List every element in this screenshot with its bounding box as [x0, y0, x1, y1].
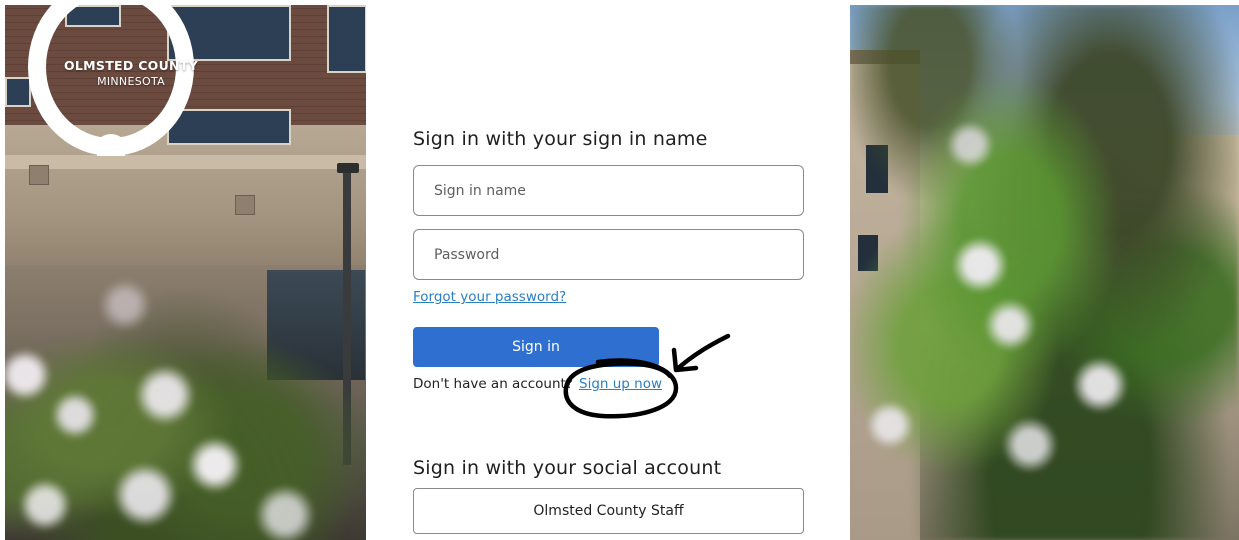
signup-now-link[interactable]: Sign up now [579, 376, 662, 392]
forgot-password-link[interactable]: Forgot your password? [413, 289, 566, 305]
signin-button[interactable]: Sign in [413, 327, 659, 367]
building-panel [235, 195, 255, 215]
lamp-head [337, 163, 359, 173]
background-photo-right [850, 5, 1239, 540]
signup-row: Don't have an account? Sign up now [413, 376, 662, 392]
page: OLMSTED COUNTY MINNESOTA Sign in with yo… [0, 0, 1239, 540]
building-window [167, 109, 291, 145]
building-panel [29, 165, 49, 185]
foliage-blossoms [850, 5, 1239, 540]
no-account-text: Don't have an account? [413, 376, 573, 392]
local-signin-heading: Sign in with your sign in name [413, 128, 708, 150]
building-window [327, 5, 366, 73]
building-window [5, 77, 31, 107]
signin-form: Sign in with your sign in name Forgot yo… [366, 0, 850, 540]
social-signin-heading: Sign in with your social account [413, 457, 722, 479]
logo-subtitle: MINNESOTA [97, 75, 165, 88]
county-logo: OLMSTED COUNTY MINNESOTA [58, 58, 204, 88]
logo-title: OLMSTED COUNTY [63, 58, 198, 73]
olmsted-staff-signin-button[interactable]: Olmsted County Staff [413, 488, 804, 534]
password-input[interactable] [413, 229, 804, 280]
signin-name-input[interactable] [413, 165, 804, 216]
building-band [5, 155, 366, 169]
foliage-blossoms [5, 225, 366, 540]
